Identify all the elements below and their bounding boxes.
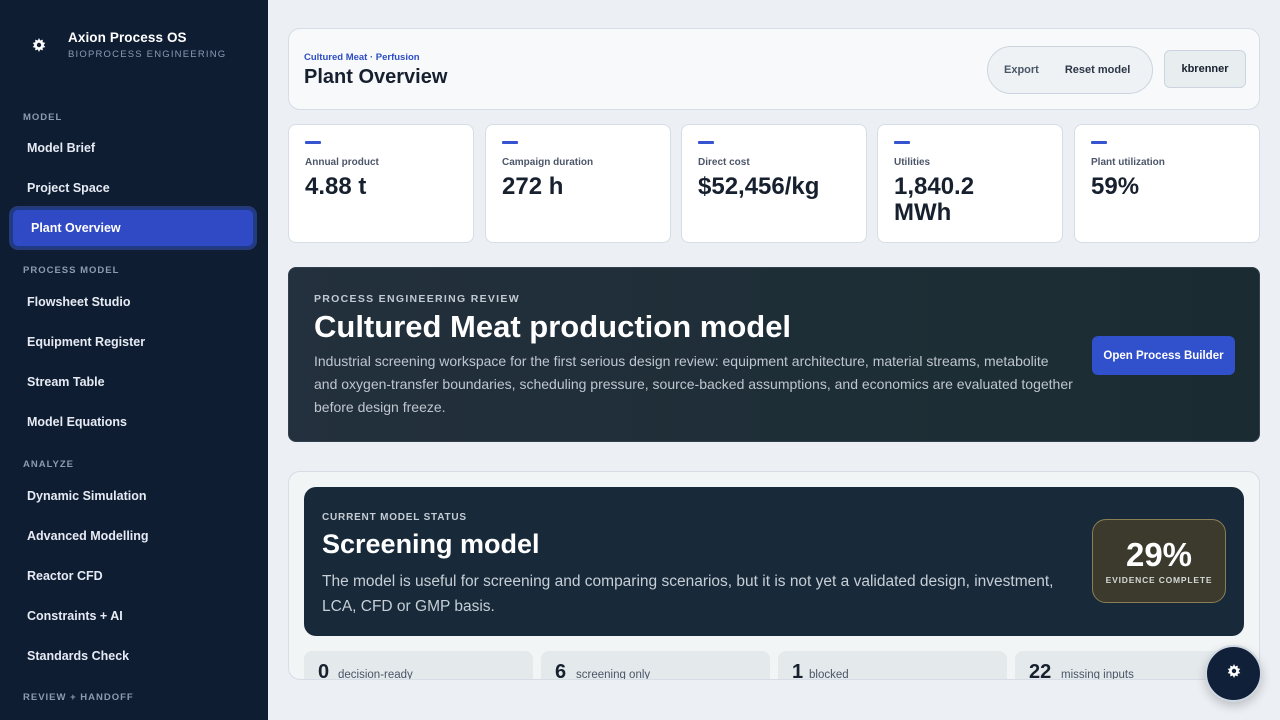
sidebar-item-project-space[interactable]: Project Space [13, 170, 253, 206]
kpi-card-campaign-duration: Campaign duration 272 h [485, 124, 671, 243]
count-label: blocked [809, 669, 849, 680]
model-status-panel: CURRENT MODEL STATUS Screening model The… [288, 471, 1260, 680]
evidence-badge: 29% EVIDENCE COMPLETE [1092, 519, 1226, 603]
kpi-card-plant-utilization: Plant utilization 59% [1074, 124, 1260, 243]
kpi-value: 4.88 t [305, 173, 367, 200]
status-description: The model is useful for screening and co… [322, 573, 1054, 615]
kpi-accent [1091, 141, 1107, 144]
count-number: 22 [1029, 661, 1052, 680]
count-card-blocked[interactable]: 1 blocked [778, 651, 1007, 680]
evidence-percent: 29% [1125, 536, 1193, 573]
kpi-card-annual-product: Annual product 4.88 t [288, 124, 474, 243]
section-label-model: MODEL [23, 112, 63, 123]
page-title: Plant Overview [304, 66, 448, 88]
brand[interactable]: Axion Process OS BIOPROCESS ENGINEERING [28, 30, 226, 60]
sidebar-item-advanced-modelling[interactable]: Advanced Modelling [13, 518, 253, 554]
count-card-decision-ready[interactable]: 0 decision-ready [304, 651, 533, 680]
review-description: Industrial screening workspace for the f… [314, 353, 1073, 415]
header-actions: Export Reset model [987, 46, 1153, 94]
kpi-accent [502, 141, 518, 144]
status-kicker: CURRENT MODEL STATUS [322, 512, 467, 523]
sidebar-item-model-brief[interactable]: Model Brief [13, 130, 253, 166]
sidebar-item-dynamic-simulation[interactable]: Dynamic Simulation [13, 478, 253, 514]
section-label-process-model: PROCESS MODEL [23, 265, 120, 276]
gear-icon [1226, 663, 1242, 684]
kpi-label: Direct cost [698, 157, 750, 168]
count-card-screening-only[interactable]: 6 screening only [541, 651, 770, 680]
sidebar-item-model-equations[interactable]: Model Equations [13, 404, 253, 440]
reset-model-button[interactable]: Reset model [1065, 64, 1130, 76]
sidebar-item-reactor-cfd[interactable]: Reactor CFD [13, 558, 253, 594]
kpi-card-direct-cost: Direct cost $52,456/kg [681, 124, 867, 243]
open-process-builder-button[interactable]: Open Process Builder [1092, 336, 1235, 375]
page-header: Cultured Meat · Perfusion Plant Overview… [288, 28, 1260, 110]
sidebar-item-standards-check[interactable]: Standards Check [13, 638, 253, 674]
app-subtitle: BIOPROCESS ENGINEERING [68, 49, 227, 60]
review-kicker: PROCESS ENGINEERING REVIEW [314, 293, 520, 305]
kpi-card-utilities: Utilities 1,840.2 MWh [877, 124, 1063, 243]
kpi-label: Annual product [305, 157, 379, 168]
kpi-accent [698, 141, 714, 144]
kpi-value: $52,456/kg [698, 173, 820, 200]
kpi-label: Plant utilization [1091, 157, 1165, 168]
kpi-value: 272 h [502, 173, 564, 200]
count-label: missing inputs [1061, 669, 1134, 680]
assistant-button[interactable] [1205, 645, 1262, 702]
count-number: 1 [792, 661, 804, 680]
sidebar-item-equipment-register[interactable]: Equipment Register [13, 324, 253, 360]
count-number: 6 [555, 661, 567, 680]
count-number: 0 [318, 661, 330, 680]
section-label-analyze: ANALYZE [23, 459, 74, 470]
gear-icon [28, 34, 50, 56]
kpi-value: 1,840.2 MWh [894, 173, 975, 226]
app-title: Axion Process OS [68, 30, 187, 45]
status-title: Screening model [322, 529, 540, 559]
kpi-value: 59% [1091, 173, 1140, 200]
main-content: Cultured Meat · Perfusion Plant Overview… [268, 0, 1280, 720]
sidebar-item-plant-overview[interactable]: Plant Overview [13, 210, 253, 246]
sidebar-item-flowsheet-studio[interactable]: Flowsheet Studio [13, 284, 253, 320]
kpi-label: Utilities [894, 157, 931, 168]
count-label: screening only [576, 669, 651, 680]
review-banner: PROCESS ENGINEERING REVIEW Cultured Meat… [288, 267, 1260, 442]
evidence-label: EVIDENCE COMPLETE [1105, 575, 1213, 585]
kpi-accent [894, 141, 910, 144]
kpi-accent [305, 141, 321, 144]
user-menu-button[interactable]: kbrenner [1164, 50, 1246, 88]
section-label-review-handoff: REVIEW + HANDOFF [23, 692, 134, 703]
kpi-label: Campaign duration [502, 157, 594, 168]
export-button[interactable]: Export [1004, 64, 1039, 76]
count-label: decision-ready [338, 669, 413, 680]
breadcrumb[interactable]: Cultured Meat · Perfusion [304, 52, 420, 63]
sidebar-item-stream-table[interactable]: Stream Table [13, 364, 253, 400]
status-card: CURRENT MODEL STATUS Screening model The… [304, 487, 1244, 636]
sidebar: Axion Process OS BIOPROCESS ENGINEERING … [0, 0, 268, 720]
sidebar-item-constraints-ai[interactable]: Constraints + AI [13, 598, 253, 634]
review-title: Cultured Meat production model [314, 309, 792, 344]
